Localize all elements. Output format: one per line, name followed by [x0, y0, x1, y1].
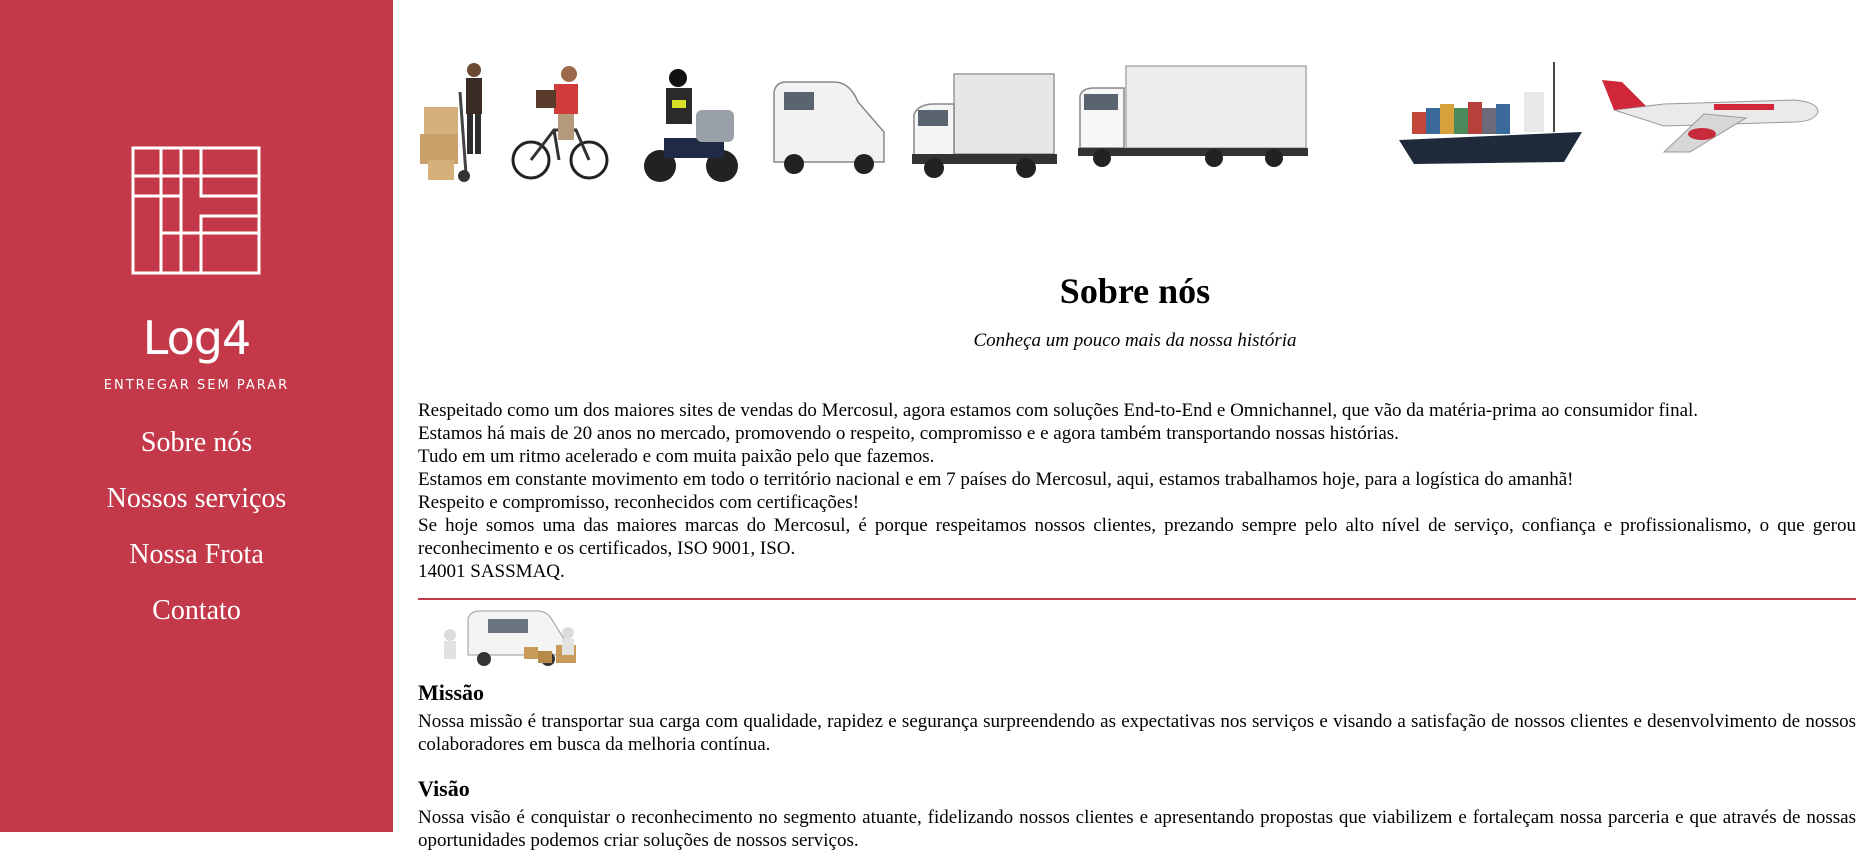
about-paragraph: Se hoje somos uma das maiores marcas do … [418, 515, 1856, 559]
about-paragraph: Tudo em um ritmo acelerado e com muita p… [418, 446, 935, 467]
section-divider [418, 598, 1856, 600]
motorcycle-icon [644, 69, 738, 182]
nav-item-contato[interactable]: Contato [0, 590, 393, 646]
brand-tagline: ENTREGAR SEM PARAR [103, 378, 290, 393]
mission-text: Nossa missão é transportar sua carga com… [418, 711, 1856, 755]
transport-banner [414, 52, 1824, 186]
log4-logo-icon [131, 146, 261, 275]
airplane-icon [1602, 80, 1819, 153]
mission-title: Missão [418, 680, 484, 705]
small-van-icon [773, 81, 885, 174]
vision-title: Visão [418, 776, 470, 801]
about-paragraph: Estamos em constante movimento em todo o… [418, 469, 1574, 490]
main-nav: Sobre nós Nossos serviços Nossa Frota Co… [0, 422, 393, 646]
box-truck-icon [1078, 65, 1308, 167]
brand-name: Log4 [142, 311, 251, 365]
vision-text: Nossa visão é conquistar o reconheciment… [418, 807, 1856, 851]
light-truck-icon [912, 73, 1057, 178]
nav-item-nossos-servicos[interactable]: Nossos serviços [0, 478, 393, 534]
hand-truck-icon [420, 63, 482, 182]
about-paragraph: Respeitado como um dos maiores sites de … [418, 400, 1699, 421]
sidebar: Log4 ENTREGAR SEM PARAR Sobre nós Nossos… [0, 0, 393, 832]
nav-item-nossa-frota[interactable]: Nossa Frota [0, 534, 393, 590]
about-text: Respeitado como um dos maiores sites de … [418, 399, 1856, 583]
page-title: Sobre nós [1059, 271, 1211, 311]
page-subtitle: Conheça um pouco mais da nossa história [973, 330, 1297, 351]
about-paragraph: Respeito e compromisso, reconhecidos com… [418, 492, 860, 513]
cargo-ship-icon [1399, 62, 1582, 164]
bicycle-icon [511, 66, 609, 180]
about-paragraph: Estamos há mais de 20 anos no mercado, p… [418, 423, 1399, 444]
delivery-van-image [444, 610, 576, 666]
about-paragraph: 14001 SASSMAQ. [418, 561, 565, 582]
nav-item-sobre-nos[interactable]: Sobre nós [0, 422, 393, 478]
